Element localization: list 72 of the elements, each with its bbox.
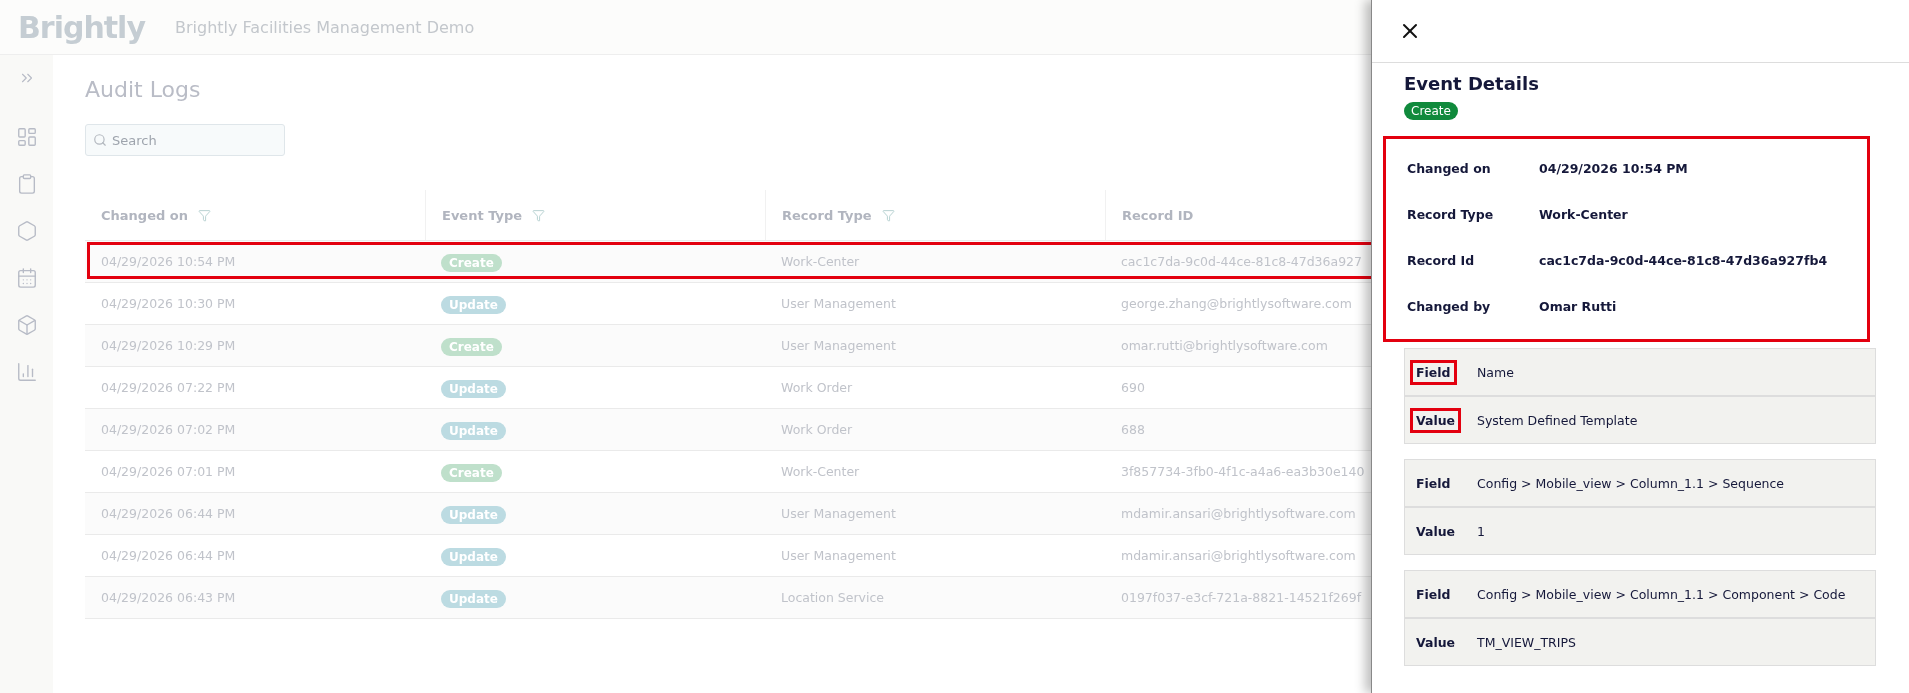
- table-cell-text: User Management: [780, 548, 897, 563]
- search-field[interactable]: Search: [85, 124, 285, 156]
- table-cell-text: User Management: [780, 296, 897, 311]
- field-label: Field: [1415, 474, 1452, 493]
- filter-icon[interactable]: [532, 208, 546, 222]
- table-cell-text: User Management: [780, 338, 897, 353]
- search-icon: [93, 133, 107, 147]
- column-header[interactable]: Record ID: [1122, 207, 1194, 223]
- value-text: 1: [1477, 523, 1486, 539]
- value-label: Value: [1413, 410, 1459, 430]
- table-cell-text: Work Order: [780, 380, 854, 395]
- table-cell-text: 04/29/2026 06:43 PM: [100, 590, 237, 605]
- table-cell-text: 04/29/2026 06:44 PM: [100, 548, 237, 563]
- detail-value: Work-Center: [1539, 206, 1629, 222]
- panel-title: Event Details: [1404, 73, 1540, 94]
- value-text: TM_VIEW_TRIPS: [1477, 634, 1577, 650]
- detail-label: Record Type: [1407, 206, 1495, 222]
- bar-chart-icon[interactable]: [15, 361, 38, 383]
- cube-icon[interactable]: [15, 314, 38, 336]
- table-cell-text: Work-Center: [780, 254, 861, 269]
- field-value: Config > Mobile_view > Column_1.1 > Sequence: [1477, 475, 1786, 491]
- detail-value: Omar Rutti: [1539, 298, 1618, 314]
- column-header[interactable]: Changed on: [101, 207, 188, 223]
- app-title: Brightly Facilities Management Demo: [174, 17, 475, 37]
- event-type-badge: Update: [441, 505, 506, 524]
- field-value: Config > Mobile_view > Column_1.1 > Component > Code: [1477, 586, 1847, 602]
- value-label: Value: [1415, 633, 1457, 652]
- table-cell-text: 3f857734-3fb0-4f1c-a4a6-ea3b30e140: [1120, 464, 1366, 479]
- detail-label: Changed on: [1407, 160, 1492, 176]
- table-cell-text: mdamir.ansari@brightlysoftware.com: [1120, 506, 1357, 521]
- table-cell-text: Work-Center: [780, 464, 861, 479]
- table-cell-text: 0197f037-e3cf-721a-8821-14521f269f: [1120, 590, 1363, 605]
- event-type-badge: Create: [441, 337, 502, 356]
- table-cell-text: 04/29/2026 07:22 PM: [100, 380, 237, 395]
- field-label: Field: [1415, 585, 1452, 604]
- event-type-badge: Create: [1404, 102, 1458, 120]
- detail-value: cac1c7da-9c0d-44ce-81c8-47d36a927fb4: [1539, 252, 1829, 268]
- table-cell-text: 04/29/2026 07:01 PM: [100, 464, 237, 479]
- table-cell-text: Location Service: [780, 590, 886, 605]
- event-type-badge: Update: [441, 547, 506, 566]
- detail-label: Changed by: [1407, 298, 1492, 314]
- table-cell-text: 04/29/2026 10:30 PM: [100, 296, 237, 311]
- event-type-badge: Update: [441, 589, 506, 608]
- filter-icon[interactable]: [881, 208, 895, 222]
- field-label: Field: [1413, 362, 1454, 382]
- table-cell-text: 04/29/2026 10:29 PM: [100, 338, 237, 353]
- table-cell-text: Work Order: [780, 422, 854, 437]
- table-cell-text: User Management: [780, 506, 897, 521]
- table-cell-text: 688: [1120, 422, 1146, 437]
- table-cell-text: 690: [1120, 380, 1146, 395]
- event-type-badge: Create: [441, 253, 502, 272]
- hexagon-icon[interactable]: [15, 220, 38, 242]
- detail-value: 04/29/2026 10:54 PM: [1539, 160, 1689, 176]
- value-label: Value: [1415, 522, 1457, 541]
- table-cell-text: 04/29/2026 06:44 PM: [100, 506, 237, 521]
- event-type-badge: Update: [441, 421, 506, 440]
- table-cell-text: 04/29/2026 10:54 PM: [100, 254, 237, 269]
- table-cell-text: omar.rutti@brightlysoftware.com: [1120, 338, 1329, 353]
- dashboard-icon[interactable]: [15, 126, 38, 148]
- detail-label: Record Id: [1407, 252, 1476, 268]
- filter-icon[interactable]: [197, 208, 211, 222]
- event-type-badge: Update: [441, 295, 506, 314]
- field-value: Name: [1477, 364, 1515, 380]
- table-cell-text: mdamir.ansari@brightlysoftware.com: [1120, 548, 1357, 563]
- event-type-badge: Update: [441, 379, 506, 398]
- event-type-badge: Create: [441, 463, 502, 482]
- page-title: Audit Logs: [85, 77, 201, 102]
- column-header[interactable]: Record Type: [782, 207, 872, 223]
- column-header[interactable]: Event Type: [442, 207, 523, 223]
- value-text: System Defined Template: [1477, 412, 1639, 428]
- calendar-icon[interactable]: [15, 267, 38, 289]
- table-cell-text: 04/29/2026 07:02 PM: [100, 422, 237, 437]
